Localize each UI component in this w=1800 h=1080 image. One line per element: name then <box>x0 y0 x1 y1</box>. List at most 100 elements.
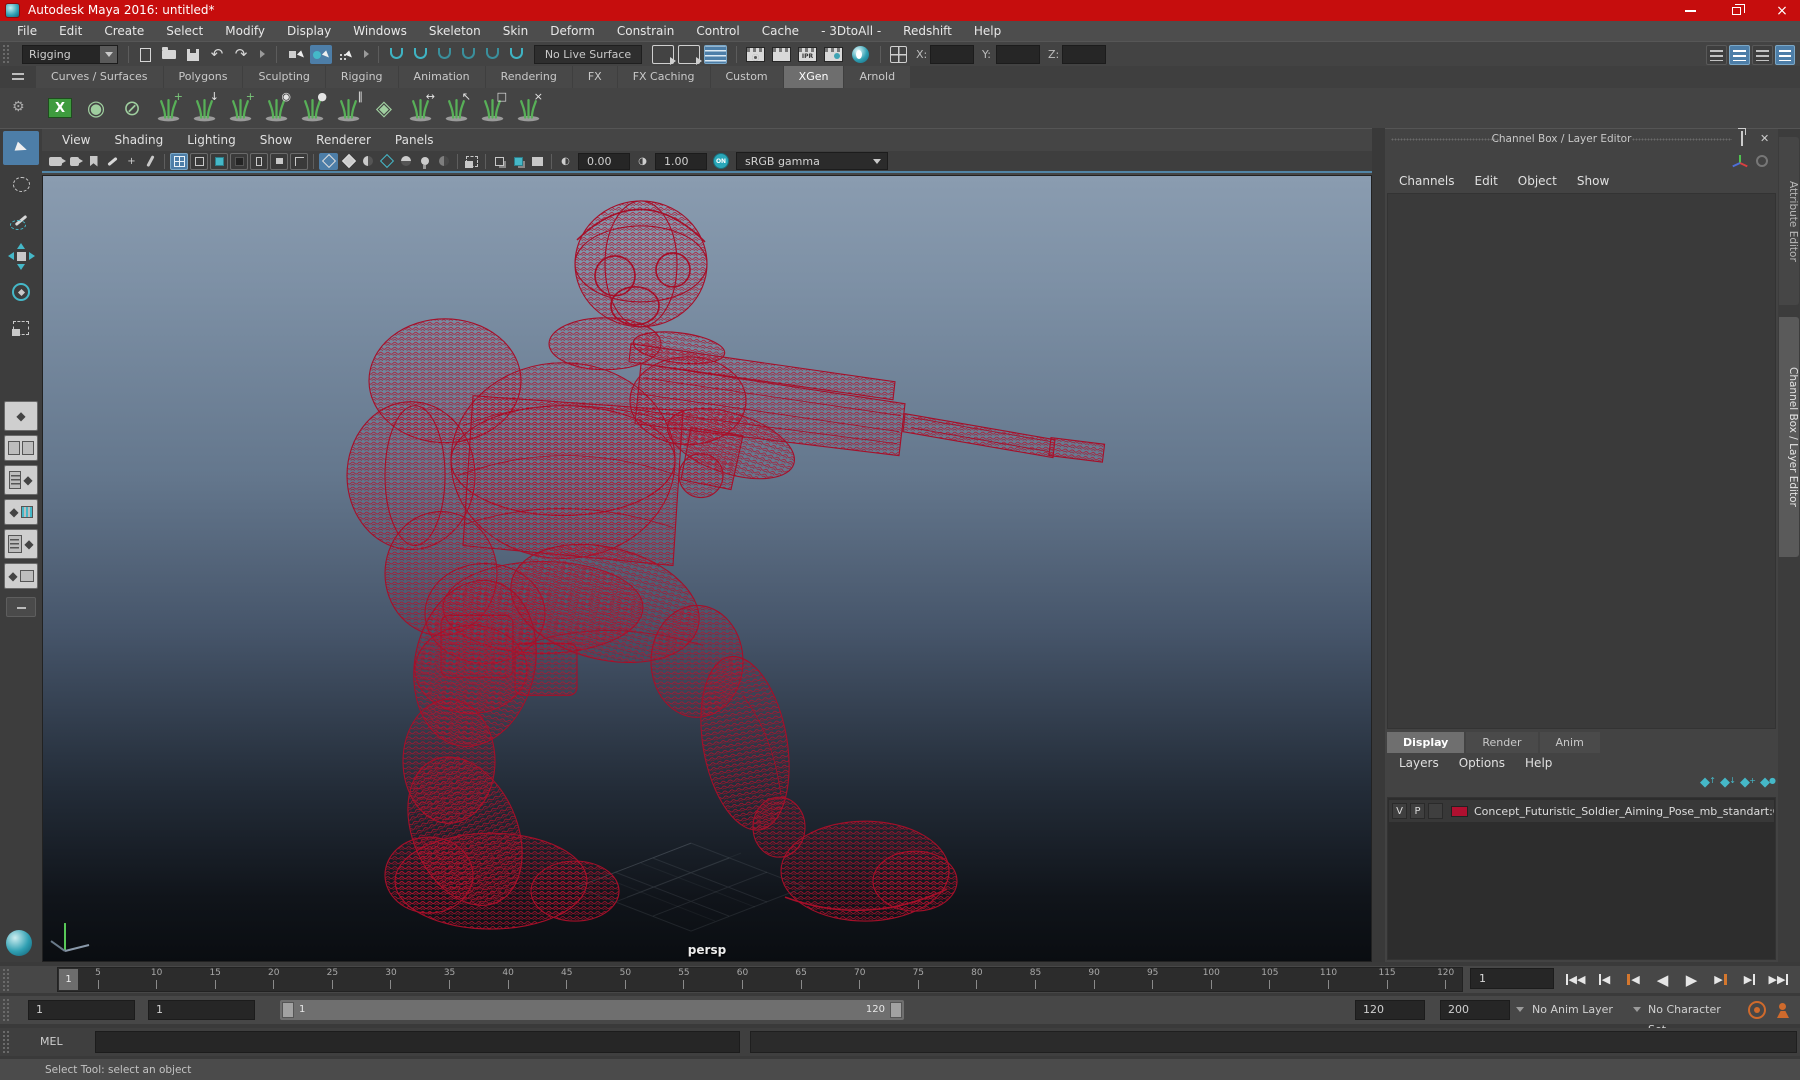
x-coord-field[interactable] <box>930 45 974 64</box>
playback-range-bar[interactable]: 1 120 <box>280 1000 904 1020</box>
xgen-editor-icon[interactable]: X <box>42 90 78 126</box>
shaded-display-icon[interactable] <box>340 153 357 170</box>
image-icon[interactable] <box>529 153 546 170</box>
range-start-handle[interactable] <box>282 1002 294 1018</box>
go-to-start-button[interactable]: ◀◀ <box>1562 969 1589 991</box>
animation-end-field[interactable]: 200 <box>1440 1000 1510 1020</box>
channel-box-menu-item[interactable]: Show <box>1567 171 1619 191</box>
ipr-render-icon[interactable]: IPR <box>798 47 817 62</box>
panel-menu-item[interactable]: Lighting <box>175 133 248 147</box>
panel-menu-item[interactable]: Shading <box>102 133 175 147</box>
manipulator-axis-icon[interactable] <box>1732 153 1748 169</box>
xgen-lock-guides-icon[interactable]: ● <box>294 90 330 126</box>
step-forward-frame-button[interactable]: ▶ <box>1736 969 1763 991</box>
xgen-convert-region-icon[interactable]: □ <box>474 90 510 126</box>
wireframe-display-icon[interactable] <box>319 152 338 170</box>
gate-mask-icon[interactable] <box>230 152 248 170</box>
auto-keyframe-toggle-icon[interactable] <box>1748 1001 1766 1019</box>
image-plane-icon[interactable] <box>104 153 121 170</box>
render-settings-icon[interactable] <box>824 47 843 62</box>
menu-item[interactable]: Skeleton <box>418 21 492 41</box>
channel-box-menu-item[interactable]: Object <box>1508 171 1567 191</box>
xgen-update-preview-icon[interactable]: ◉ <box>78 90 114 126</box>
xray-icon[interactable] <box>491 153 508 170</box>
character-set-dropdown[interactable]: No Character Set <box>1648 1000 1742 1036</box>
current-frame-marker[interactable]: 1 <box>59 969 78 990</box>
channel-box-menu-item[interactable]: Edit <box>1465 171 1508 191</box>
channel-box-header[interactable]: Channel Box / Layer Editor ✕ <box>1385 129 1778 149</box>
shelf-menu-icon[interactable] <box>12 70 28 84</box>
save-scene-icon[interactable] <box>182 45 204 64</box>
menu-item[interactable]: Help <box>963 21 1012 41</box>
step-back-key-button[interactable]: ◀ <box>1620 969 1647 991</box>
popout-icon[interactable] <box>1741 131 1755 146</box>
menu-item[interactable]: Constrain <box>606 21 686 41</box>
snap-to-view-plane-icon[interactable] <box>486 48 499 59</box>
tab-channel-box[interactable]: Channel Box / Layer Editor <box>1779 317 1799 557</box>
layout-grid-icon[interactable] <box>890 46 907 63</box>
region-icon[interactable] <box>250 152 268 170</box>
step-forward-key-button[interactable]: ▶ <box>1707 969 1734 991</box>
new-scene-icon[interactable] <box>134 45 156 64</box>
display-resolution-icon[interactable] <box>270 152 288 170</box>
camera-icon[interactable] <box>47 153 66 170</box>
title-bar[interactable]: Autodesk Maya 2016: untitled* × <box>0 0 1800 21</box>
modeling-toolkit-icon[interactable] <box>1706 45 1727 65</box>
shelf-tab[interactable]: Rendering <box>485 66 572 88</box>
xgen-move-guides-icon[interactable]: × <box>510 90 546 126</box>
menu-item[interactable]: Windows <box>342 21 418 41</box>
exposure-field[interactable]: 0.00 <box>578 152 630 170</box>
isolate-select-icon[interactable] <box>463 153 480 170</box>
channel-box-menu-item[interactable]: Channels <box>1389 171 1465 191</box>
menu-item[interactable]: Edit <box>48 21 93 41</box>
play-forwards-button[interactable]: ▶ <box>1678 969 1705 991</box>
shelf-tab[interactable]: XGen <box>783 66 844 88</box>
mel-input[interactable] <box>95 1031 740 1053</box>
select-tool-button[interactable] <box>3 131 39 165</box>
select-component-icon[interactable] <box>335 45 357 64</box>
shelf-tab[interactable]: Arnold <box>844 66 911 88</box>
menu-item[interactable]: Redshift <box>892 21 963 41</box>
render-current-frame-icon[interactable] <box>772 47 791 62</box>
menu-item[interactable]: Select <box>155 21 214 41</box>
film-gate-icon[interactable] <box>190 152 208 170</box>
command-line-grip[interactable] <box>2 1030 11 1054</box>
xgen-guide-visibility-icon[interactable]: ◉ <box>258 90 294 126</box>
layer-editor-menu-item[interactable]: Layers <box>1389 753 1449 773</box>
layout-four-pane-button[interactable] <box>4 435 38 461</box>
channel-list-area[interactable] <box>1387 193 1776 729</box>
redo-icon[interactable]: ↷ <box>230 45 252 64</box>
layer-playback-toggle[interactable]: P <box>1410 803 1425 819</box>
restore-button[interactable] <box>1728 3 1745 19</box>
input-connections-icon[interactable] <box>652 45 676 65</box>
camera-attributes-icon[interactable] <box>66 153 83 170</box>
layer-editor-tab[interactable]: Render <box>1466 732 1538 753</box>
lasso-tool-button[interactable] <box>3 167 39 201</box>
shelf-tab[interactable]: Custom <box>710 66 783 88</box>
gear-icon[interactable]: ⚙ <box>12 99 25 115</box>
minimize-button[interactable] <box>1682 3 1698 19</box>
contrast-icon[interactable]: ◑ <box>634 153 651 170</box>
layout-persp-outliner-button[interactable]: ◆ <box>4 563 38 589</box>
attribute-editor-toggle-icon[interactable] <box>1729 45 1750 65</box>
speed-state-icon[interactable] <box>1756 155 1768 167</box>
xgen-create-description-icon[interactable]: + <box>150 90 186 126</box>
bookmark-icon[interactable] <box>85 153 102 170</box>
construction-history-icon[interactable] <box>704 45 727 64</box>
shelf-tab[interactable]: Polygons <box>163 66 243 88</box>
view-transform-dropdown[interactable]: sRGB gamma <box>736 152 888 170</box>
shelf-tab[interactable]: Animation <box>398 66 485 88</box>
menu-item[interactable]: Deform <box>539 21 606 41</box>
layer-editor-menu-item[interactable]: Help <box>1515 753 1562 773</box>
menu-item[interactable]: File <box>6 21 48 41</box>
move-layer-down-icon[interactable]: ◆ ↓ <box>1720 775 1736 791</box>
range-slider-grip[interactable] <box>2 998 11 1022</box>
layer-editor-tab[interactable]: Anim <box>1539 732 1600 753</box>
time-slider-grip[interactable] <box>2 968 11 991</box>
xgen-disable-preview-icon[interactable]: ⊘ <box>114 90 150 126</box>
menu-item[interactable]: Display <box>276 21 342 41</box>
anim-layer-dropdown[interactable]: No Anim Layer <box>1532 1000 1626 1020</box>
xgen-comb-guides-icon[interactable]: ∥ <box>330 90 366 126</box>
layout-single-pane-button[interactable]: ◆ <box>4 401 38 431</box>
layer-color-swatch[interactable] <box>1451 805 1468 817</box>
